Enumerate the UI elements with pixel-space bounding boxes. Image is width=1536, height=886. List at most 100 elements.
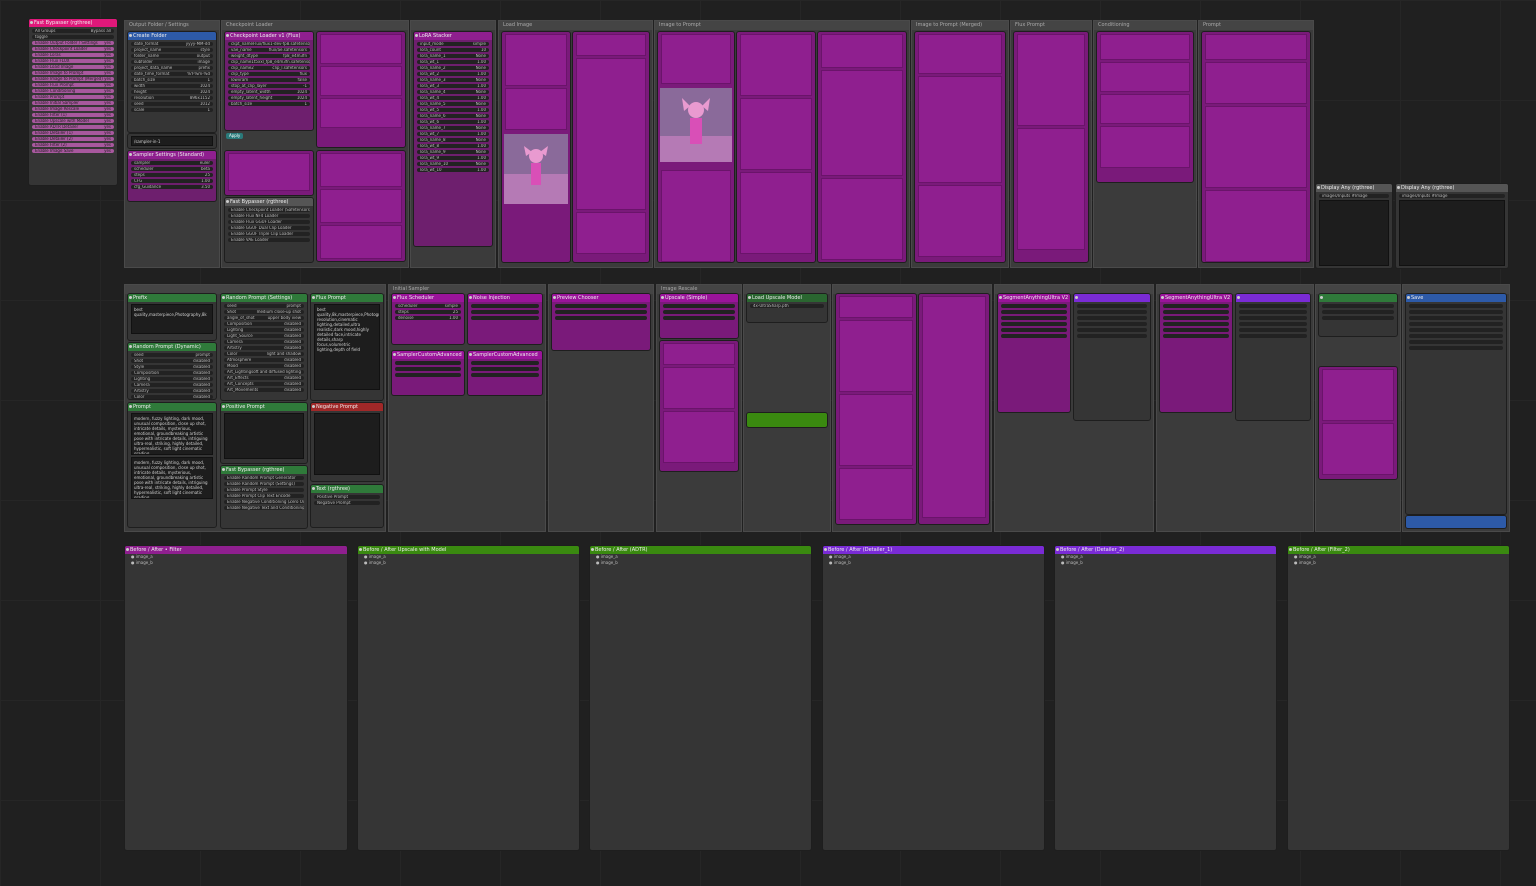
display-any-node[interactable]: Display Any (rgthree) images/Inputs #Ima… [1395,183,1509,269]
lora-field[interactable]: lora_wt_6 1.00 [417,120,489,124]
text-node[interactable] [817,31,907,263]
group-toggle[interactable]: Enable Checkpoint Loader yes [32,47,114,51]
group-toggle[interactable]: Enable Load Image yes [32,65,114,69]
node-title[interactable]: Random Prompt (Dynamic) [128,343,216,351]
group-toggle[interactable]: Enable ADTR Detailer yes [32,125,114,129]
filter-node[interactable] [1318,293,1398,337]
lora-field[interactable]: lora_name_2 None [417,66,489,70]
segment-anything-node[interactable]: SegmentAnythingUltra V2 [997,293,1071,413]
style-field[interactable]: Lighting disabled [224,328,304,332]
lora-field[interactable]: lora_name_9 None [417,150,489,154]
sampler-settings-node[interactable]: Sampler Settings (Standard) sampler euler… [127,150,217,202]
toggle-positive[interactable]: Positive Prompt [314,495,380,499]
positive-prompt-text[interactable] [224,413,304,459]
input-slot[interactable]: ● image_b [590,560,811,566]
bypass-toggle[interactable]: Enable Negative Conditioning (Zero Out) [224,500,304,504]
node-title[interactable]: SamplerCustomAdvanced [392,351,464,359]
group-toggle[interactable]: Enable Flux Prompt yes [32,83,114,87]
flux-prompt-node[interactable] [1013,31,1089,263]
display-any-node[interactable]: Display Any (rgthree) images/Inputs #Ima… [1315,183,1393,269]
group-toggle[interactable]: Enable Image Rescale yes [32,107,114,111]
node-title[interactable]: Before / After (ADTR) [590,546,811,554]
group-toggle[interactable]: Enable Upscale with Model yes [32,119,114,123]
preview-chooser-node[interactable]: Preview Chooser [551,293,651,351]
prompt-text[interactable]: modern, fuzzy lighting, dark mood, unusu… [131,413,213,455]
node-title[interactable]: Upscale (Simple) [660,294,738,302]
node-title[interactable]: Display Any (rgthree) [1316,184,1392,192]
prompt-node[interactable] [1201,31,1311,263]
group-toggle[interactable]: Enable Conditioning yes [32,89,114,93]
random-prompt-settings-node[interactable]: Random Prompt (Settings) seed prompt Shot m… [220,293,308,401]
sampler-field[interactable]: cfg_Guidance 3.50 [131,185,213,189]
style-field[interactable]: Light_Source disabled [224,334,304,338]
checkpoint-field[interactable]: ckpt_name Flux/flux1-dev-fp8.safetensors [228,42,310,46]
folder-field[interactable]: date_format yyyy-MM-dd [131,42,213,46]
node-title[interactable]: Flux Scheduler [392,294,464,302]
node-title[interactable]: Load Upscale Model [747,294,827,302]
group-toggle[interactable]: Enable Image to Prompt (Merged) yes [32,77,114,81]
bypass-toggle[interactable]: Enable Random Prompt Generator [224,476,304,480]
node-title[interactable]: Before / After (Filter_2) [1288,546,1509,554]
textbox-content[interactable]: /sampler-in-1 [131,136,213,146]
sampler-custom-node[interactable]: SamplerCustomAdvanced [391,350,465,396]
node-title[interactable]: Before / After (Detailer_2) [1055,546,1276,554]
conditioning-node[interactable] [1096,31,1194,183]
checkpoint-field[interactable]: stop_at_clip_layer -1 [228,84,310,88]
group-label[interactable]: All Groups Bypass all [32,29,114,33]
positive-prompt-node[interactable]: Positive Prompt [220,402,308,464]
random-field[interactable]: Lighting disabled [131,377,213,381]
group-toggle[interactable]: Enable Detailer (1) yes [32,131,114,135]
lora-field[interactable]: lora_count 10 [417,48,489,52]
folder-field[interactable]: height 1024 [131,90,213,94]
style-field[interactable]: Art_Concepts disabled [224,382,304,386]
prompt-text-node[interactable]: Prompt modern, fuzzy lighting, dark mood… [127,402,217,528]
noise-injection-node[interactable]: Noise Injection [467,293,543,345]
random-field[interactable]: Composition disabled [131,371,213,375]
node-title[interactable] [1236,294,1310,302]
before-after-node[interactable]: Before / After • Filter ● image_a ● image_… [124,545,348,851]
node-title[interactable]: Fast Bypasser (rgthree) [29,19,117,27]
lora-field[interactable]: lora_name_5 None [417,102,489,106]
checkpoint-field[interactable]: empty_latent_height 1024 [228,96,310,100]
lora-field[interactable]: lora_name_10 None [417,162,489,166]
lora-field[interactable]: lora_wt_5 1.00 [417,108,489,112]
style-field[interactable]: Art_Movements disabled [224,388,304,392]
detailer-node[interactable] [835,293,917,525]
group-toggle[interactable]: Enable Output Folder / Settings yes [32,41,114,45]
pink-node-cluster[interactable] [316,31,406,148]
style-field[interactable]: seed prompt [224,304,304,308]
style-field[interactable]: Shot medium close-up shot [224,310,304,314]
input-slot[interactable]: ● image_b [823,560,1044,566]
sampler-field[interactable]: sampler euler [131,161,213,165]
filter-node[interactable] [659,340,739,472]
node-title[interactable]: Flux Prompt [311,294,383,302]
folder-field[interactable]: batch_size 1 [131,78,213,82]
node-title[interactable]: Noise Injection [468,294,542,302]
upscale-node[interactable]: Upscale (Simple) [659,293,739,339]
before-after-node[interactable]: Before / After (Detailer_1) ● image_a ● im… [822,545,1045,851]
node-title[interactable]: SegmentAnythingUltra V2 [998,294,1070,302]
textbox-node[interactable]: /sampler-in-1 [127,133,217,149]
flux-prompt-node[interactable]: Flux Prompt best quality,8k,masterpiece,… [310,293,384,401]
node-title[interactable]: Sampler Settings (Standard) [128,151,216,159]
folder-field[interactable]: width 1024 [131,84,213,88]
input-slot[interactable]: ● image_b [1055,560,1276,566]
checkpoint-field[interactable]: weight_dtype fp8_e4m3fn [228,54,310,58]
node-title[interactable] [1074,294,1150,302]
scheduler-field[interactable]: steps 25 [395,310,461,314]
text-node[interactable] [736,31,816,263]
text-toggle-node[interactable]: Text (rgthree) Positive Prompt Negative … [310,484,384,528]
segment-anything-node[interactable]: SegmentAnythingUltra V2 [1159,293,1233,413]
style-field[interactable]: Mood disabled [224,364,304,368]
group-toggle[interactable]: Enable Image Save yes [32,149,114,153]
random-field[interactable]: seed prompt [131,353,213,357]
lora-field[interactable]: lora_wt_4 1.00 [417,96,489,100]
before-after-node[interactable]: Before / After (Filter_2) ● image_a ● imag… [1287,545,1510,851]
style-field[interactable]: Camera disabled [224,340,304,344]
upscale-model-select[interactable]: 4x-UltraSharp.pth [750,304,824,308]
lora-field[interactable]: lora_name_1 None [417,54,489,58]
save-image-node[interactable]: Save [1405,293,1507,515]
sampler-field[interactable]: scheduler beta [131,167,213,171]
filter-preview-node[interactable] [1318,366,1398,480]
checkpoint-field[interactable]: vae_name flux/ae.safetensors [228,48,310,52]
